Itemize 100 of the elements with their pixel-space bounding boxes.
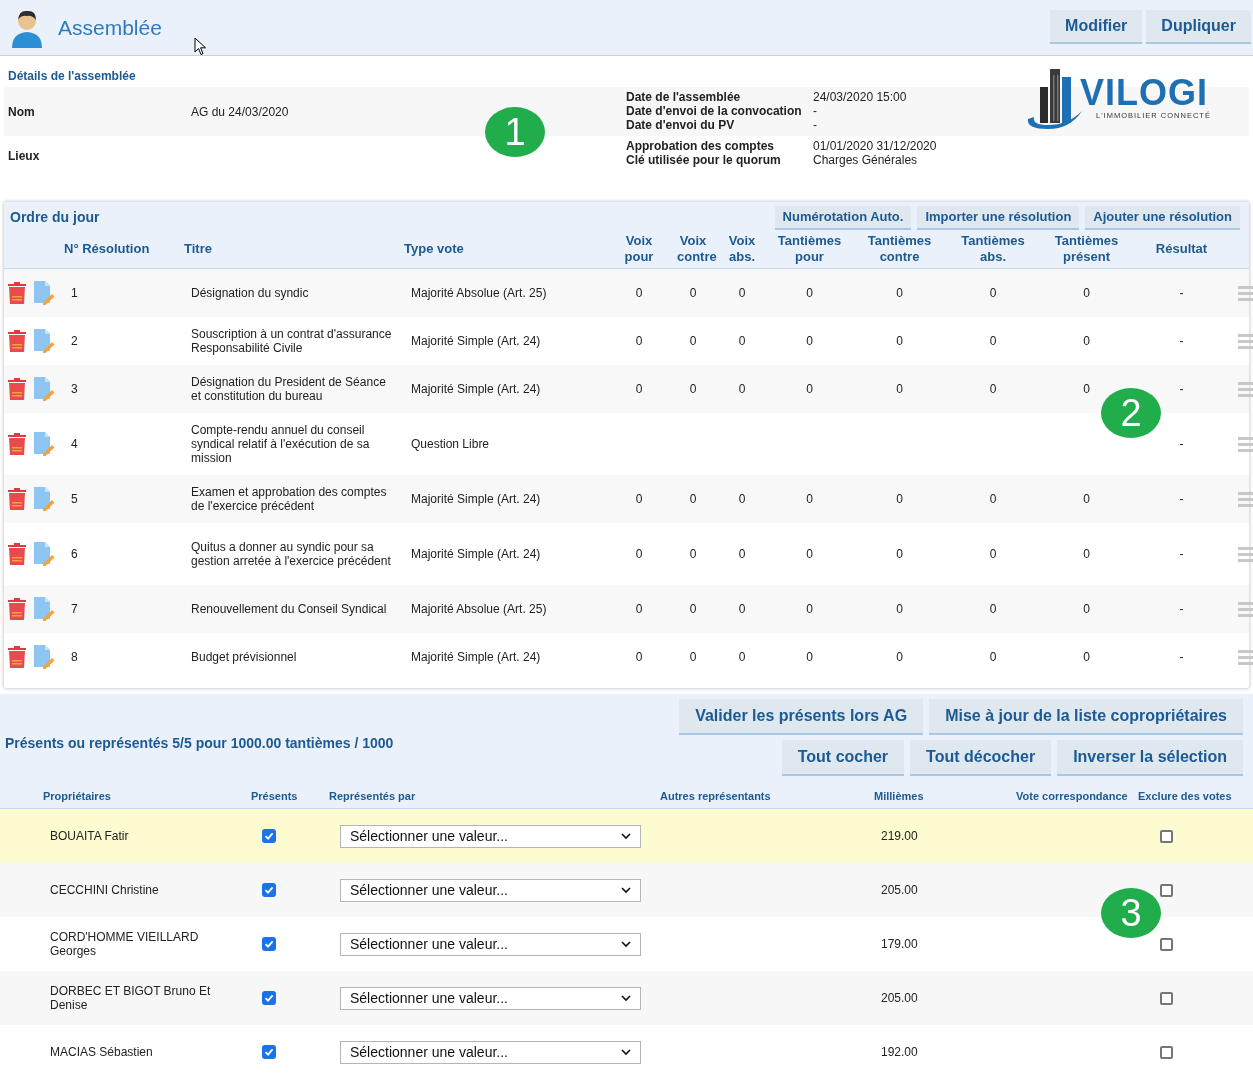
detail-label: Date d'envoi de la convocation <box>626 104 803 118</box>
resolution-number: 1 <box>70 284 79 302</box>
result-cell-text: - <box>1178 545 1185 563</box>
table-cell: 0 <box>989 333 997 348</box>
resolution-number: 8 <box>70 648 79 666</box>
table-cell: 0 <box>989 285 997 300</box>
header-button[interactable]: Dupliquer <box>1146 10 1251 44</box>
trash-icon[interactable] <box>7 329 27 352</box>
drag-handle-icon[interactable] <box>1238 332 1253 349</box>
resolution-title: Renouvellement du Conseil Syndical <box>190 601 388 616</box>
detail-value: - <box>813 118 818 132</box>
trash-icon[interactable] <box>7 281 27 304</box>
milliemes-cell-text: 205.00 <box>880 882 919 899</box>
checkbox[interactable] <box>262 991 276 1005</box>
action-button[interactable]: Mise à jour de la liste copropriétaires <box>929 699 1243 735</box>
trash-icon[interactable] <box>7 542 27 565</box>
checkbox[interactable] <box>1160 883 1173 897</box>
table-cell: 0 <box>896 601 903 616</box>
resolution-title: Budget prévisionnel <box>190 649 298 664</box>
representative-select[interactable]: Sélectionner une valeur... <box>340 986 641 1010</box>
action-button[interactable]: Tout cocher <box>781 740 905 776</box>
vote-type: Majorité Absolue (Art. 25) <box>410 600 548 618</box>
detail-label: Lieux <box>7 148 41 165</box>
drag-handle-icon[interactable] <box>1238 545 1253 562</box>
resolution-title: Compte-rendu annuel du conseil syndical relatif à l'exécution de sa mission <box>190 422 371 465</box>
column-header: Type vote <box>403 240 465 257</box>
table-cell: 0 <box>989 649 997 664</box>
chevron-down-icon <box>621 940 631 948</box>
action-button[interactable]: Tout décocher <box>910 740 1052 776</box>
action-button[interactable]: Inverser la sélection <box>1057 740 1243 776</box>
column-header: Tantièmes abs. <box>960 232 1026 265</box>
table-cell: 0 <box>635 333 643 348</box>
drag-handle-icon[interactable] <box>1238 284 1253 301</box>
section-heading: Détails de l'assemblée <box>7 68 137 85</box>
logo-name: VILOGI <box>1080 76 1208 111</box>
table-cell: 0 <box>1083 333 1090 348</box>
action-button[interactable]: Importer une résolution <box>917 206 1080 230</box>
column-header: Résultat <box>1154 240 1209 257</box>
trash-icon[interactable] <box>7 487 27 510</box>
drag-handle-icon[interactable] <box>1238 648 1253 665</box>
table-cell: 0 <box>806 285 813 300</box>
vote-type: Majorité Simple (Art. 24) <box>410 545 542 563</box>
chevron-down-icon <box>621 1048 631 1056</box>
action-button[interactable]: Numérotation Auto. <box>774 206 912 230</box>
table-cell: 0 <box>806 491 813 506</box>
result-cell-text: - <box>1178 435 1185 453</box>
representative-select[interactable]: Sélectionner une valeur... <box>340 824 641 848</box>
trash-icon[interactable] <box>7 377 27 400</box>
milliemes-cell-text: 192.00 <box>880 1044 919 1061</box>
column-header: Propriétaires <box>42 788 112 804</box>
column-header: N° Résolution <box>63 240 151 257</box>
table-cell: 0 <box>689 333 697 348</box>
column-header: Voix pour <box>623 232 655 265</box>
action-button[interactable]: Ajouter une résolution <box>1085 206 1240 230</box>
column-header: Vote correspondance <box>1015 788 1129 804</box>
owner-row[interactable]: BOUAITA Fatir Sélectionner une valeur... 219.00 <box>0 809 1253 863</box>
checkbox[interactable] <box>262 883 276 897</box>
vote-type: Majorité Simple (Art. 24) <box>410 648 542 666</box>
drag-handle-icon[interactable] <box>1238 435 1253 452</box>
checkbox[interactable] <box>1160 1045 1173 1059</box>
action-button[interactable]: Valider les présents lors AG <box>679 699 924 735</box>
checkbox[interactable] <box>1160 829 1173 843</box>
detail-value: 24/03/2020 15:00 <box>813 90 908 104</box>
trash-icon[interactable] <box>7 432 27 455</box>
representative-select[interactable]: Sélectionner une valeur... <box>340 1040 641 1064</box>
detail-label: Date de l'assemblée <box>626 90 742 104</box>
representative-select[interactable]: Sélectionner une valeur... <box>340 878 641 902</box>
table-cell: 0 <box>1083 649 1090 664</box>
drag-handle-icon[interactable] <box>1238 600 1253 617</box>
table-cell: 0 <box>689 649 697 664</box>
detail-label: Date d'envoi du PV <box>626 118 736 132</box>
detail-value: Charges Générales <box>813 153 919 167</box>
column-header: Autres représentants <box>659 788 772 804</box>
header-button[interactable]: Modifier <box>1050 10 1143 44</box>
owner-row[interactable]: DORBEC ET BIGOT Bruno Et Denise Sélectionner une valeur... 205.00 <box>0 971 1253 1025</box>
representative-select[interactable]: Sélectionner une valeur... <box>340 932 641 956</box>
drag-handle-icon[interactable] <box>1238 380 1253 397</box>
trash-icon[interactable] <box>7 645 27 668</box>
checkbox[interactable] <box>262 937 276 951</box>
checkbox[interactable] <box>1160 991 1173 1005</box>
checkbox[interactable] <box>262 829 276 843</box>
resolution-number: 4 <box>70 435 79 453</box>
table-cell: 0 <box>635 601 643 616</box>
vote-type: Majorité Simple (Art. 24) <box>410 490 542 508</box>
table-cell: 0 <box>806 546 813 561</box>
result-cell-text: - <box>1178 490 1185 508</box>
checkbox[interactable] <box>262 1045 276 1059</box>
result-cell-text: - <box>1178 332 1185 350</box>
page-title: Assemblée <box>58 14 162 41</box>
column-header: Exclure des votes <box>1137 788 1233 804</box>
attendance-summary: Présents ou représentés 5/5 pour 1000.00 tantièmes / 1000 <box>4 734 394 753</box>
result-cell-text: - <box>1178 380 1185 398</box>
table-cell: 0 <box>806 601 813 616</box>
trash-icon[interactable] <box>7 597 27 620</box>
detail-value: - <box>813 104 818 118</box>
table-cell: 0 <box>689 546 697 561</box>
drag-handle-icon[interactable] <box>1238 490 1253 507</box>
checkbox[interactable] <box>1160 937 1173 951</box>
table-cell: 0 <box>896 381 903 396</box>
milliemes-cell-text: 179.00 <box>880 936 919 953</box>
